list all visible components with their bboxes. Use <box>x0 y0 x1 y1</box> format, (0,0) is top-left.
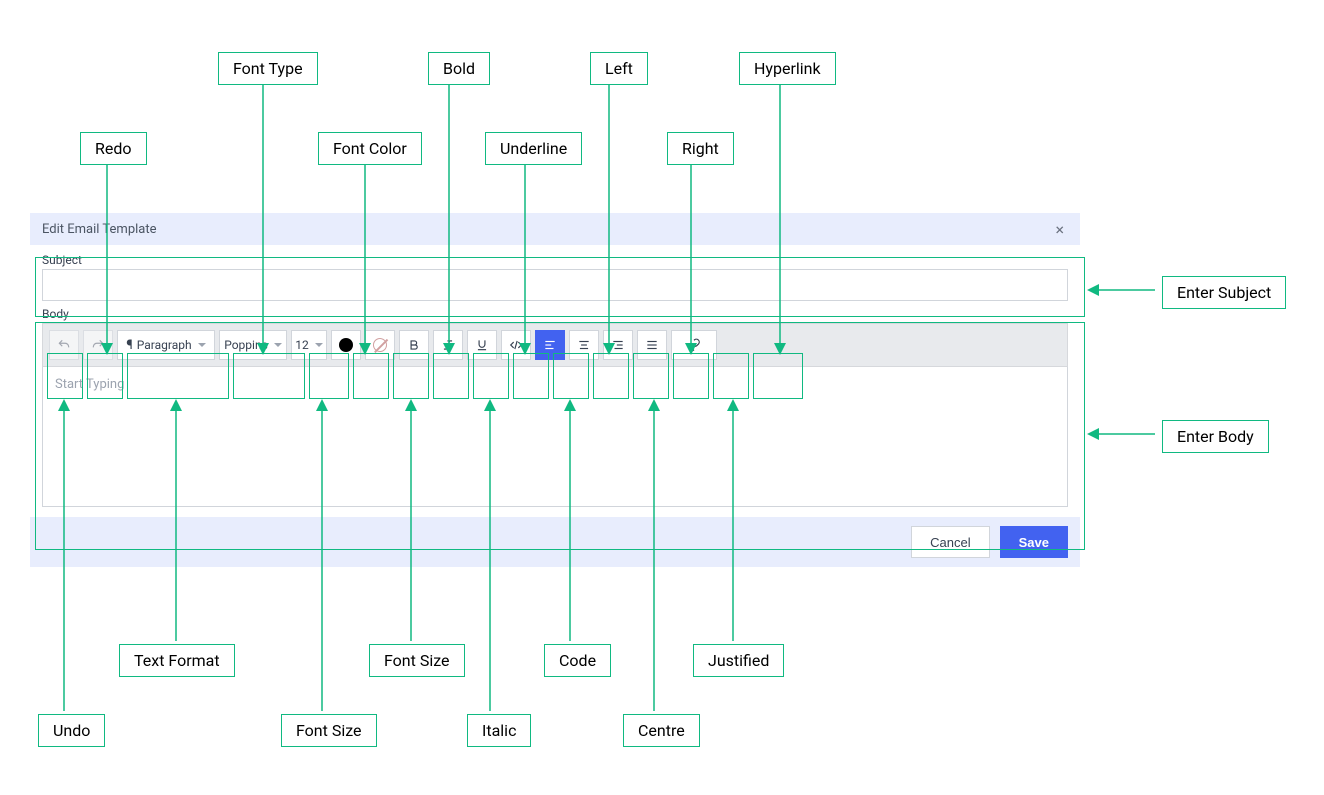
callout-left: Left <box>590 52 648 85</box>
bold-button[interactable] <box>399 330 429 360</box>
callout-undo: Undo <box>38 714 105 747</box>
hyperlink-button[interactable] <box>671 330 717 360</box>
cancel-button[interactable]: Cancel <box>911 526 989 558</box>
redo-button[interactable] <box>83 330 113 360</box>
save-button[interactable]: Save <box>1000 526 1068 558</box>
align-center-button[interactable] <box>569 330 599 360</box>
callout-enter-subject: Enter Subject <box>1162 276 1286 309</box>
callout-justified: Justified <box>693 644 784 677</box>
align-left-button[interactable] <box>535 330 565 360</box>
italic-button[interactable] <box>433 330 463 360</box>
callout-font-color: Font Color <box>318 132 422 165</box>
close-icon[interactable]: × <box>1051 220 1068 239</box>
edit-email-template-modal: Edit Email Template × Subject Body ¶ Par… <box>30 213 1080 567</box>
background-color-button[interactable] <box>365 330 395 360</box>
subject-input[interactable] <box>42 269 1068 301</box>
format-dropdown[interactable]: ¶ Paragraph <box>117 330 215 360</box>
callout-enter-body: Enter Body <box>1162 420 1269 453</box>
callout-italic: Italic <box>467 714 531 747</box>
underline-button[interactable] <box>467 330 497 360</box>
undo-button[interactable] <box>49 330 79 360</box>
pilcrow-icon: ¶ <box>126 338 132 353</box>
no-bg-icon <box>373 338 387 352</box>
font-label: Poppins <box>224 338 268 352</box>
modal-header: Edit Email Template × <box>30 213 1080 245</box>
callout-underline: Underline <box>485 132 582 165</box>
format-label: Paragraph <box>137 338 192 352</box>
callout-right: Right <box>667 132 734 165</box>
callout-text-format: Text Format <box>119 644 235 677</box>
subject-field: Subject <box>30 245 1080 307</box>
callout-redo: Redo <box>80 132 147 165</box>
editor-toolbar: ¶ Paragraph Poppins 12 <box>42 323 1068 367</box>
font-color-button[interactable] <box>331 330 361 360</box>
callout-font-size-2: Font Size <box>281 714 377 747</box>
modal-footer: Cancel Save <box>30 517 1080 567</box>
body-label: Body <box>42 307 1068 321</box>
body-field: Body ¶ Paragraph Poppins 12 <box>30 307 1080 517</box>
color-dot-icon <box>339 338 353 352</box>
callout-code: Code <box>544 644 611 677</box>
align-right-button[interactable] <box>603 330 633 360</box>
size-label: 12 <box>295 338 309 352</box>
body-placeholder: Start Typing <box>55 377 124 392</box>
callout-centre: Centre <box>623 714 700 747</box>
font-dropdown[interactable]: Poppins <box>219 330 287 360</box>
callout-bold: Bold <box>428 52 490 85</box>
subject-label: Subject <box>42 253 1068 267</box>
align-justify-button[interactable] <box>637 330 667 360</box>
body-editor[interactable]: Start Typing <box>42 367 1068 507</box>
font-size-dropdown[interactable]: 12 <box>291 330 327 360</box>
code-button[interactable] <box>501 330 531 360</box>
callout-font-size: Font Size <box>369 644 465 677</box>
callout-hyperlink: Hyperlink <box>739 52 836 85</box>
callout-font-type: Font Type <box>218 52 318 85</box>
modal-title: Edit Email Template <box>42 222 157 237</box>
